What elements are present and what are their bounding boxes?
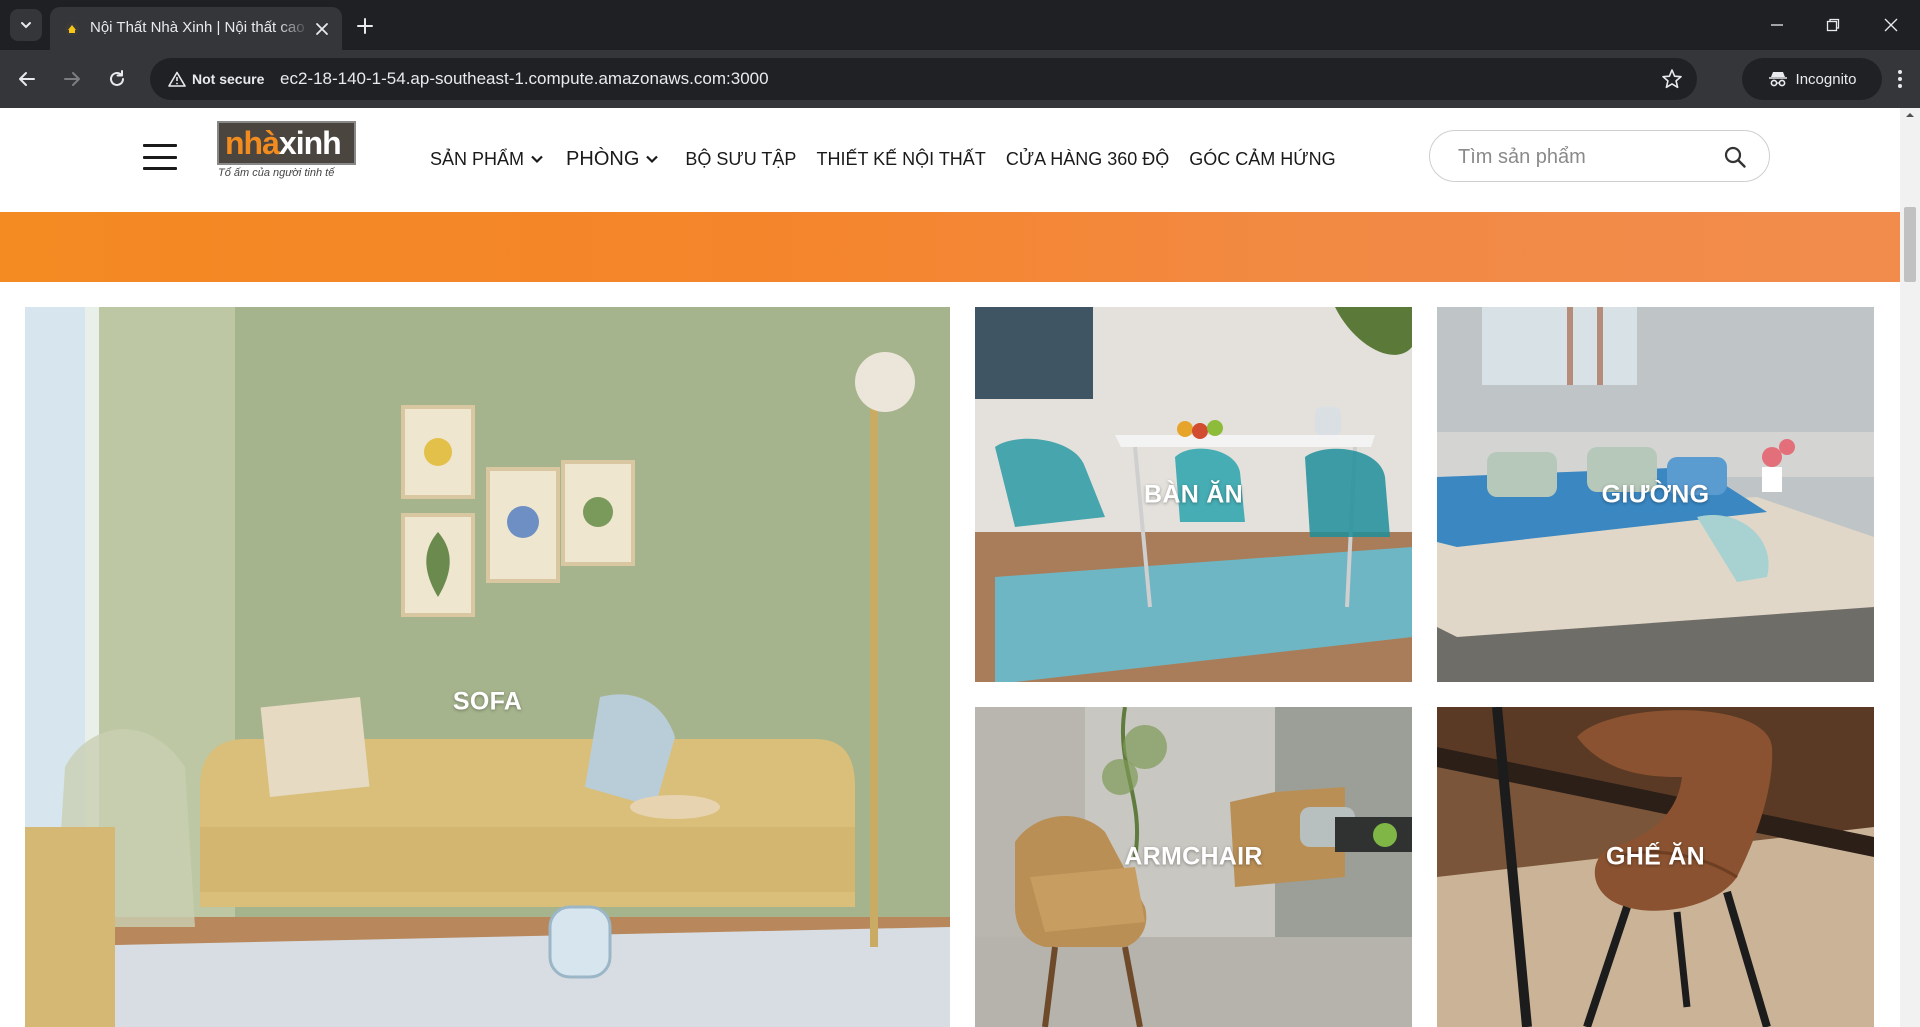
minimize-button[interactable]	[1760, 10, 1794, 40]
nav-item-bo-suu-tap[interactable]: BỘ SƯU TẬP	[685, 149, 796, 170]
close-window-icon	[1884, 18, 1898, 32]
tab-title: Nội Thất Nhà Xinh | Nội thất cao cấp	[90, 19, 310, 36]
search-icon[interactable]	[1723, 145, 1747, 169]
bookmark-star-icon[interactable]	[1661, 68, 1683, 90]
logo-box: nhàxinh	[217, 121, 356, 165]
browser-tab-strip: Nội Thất Nhà Xinh | Nội thất cao cấp	[0, 0, 1920, 50]
category-card-ghe-an[interactable]: GHẾ ĂN	[1437, 707, 1874, 1027]
search-box	[1429, 130, 1770, 182]
search-input[interactable]	[1458, 143, 1718, 171]
warning-icon	[168, 71, 186, 87]
nav-item-goc-cam-hung[interactable]: GÓC CẢM HỨNG	[1189, 149, 1335, 170]
new-tab-icon[interactable]	[352, 13, 378, 39]
restore-icon	[1826, 18, 1840, 32]
address-bar[interactable]: Not secure ec2-18-140-1-54.ap-southeast-…	[150, 58, 1697, 100]
sofa-room-image	[25, 307, 950, 1027]
chevron-down-icon	[21, 22, 31, 29]
site-logo[interactable]: nhàxinh Tổ ấm của người tinh tế	[217, 121, 357, 183]
category-label: BÀN ĂN	[1143, 480, 1244, 508]
hamburger-menu-icon[interactable]	[143, 144, 177, 170]
nav-item-phong[interactable]: PHÒNG	[566, 148, 659, 171]
nav-label: PHÒNG	[566, 147, 640, 170]
category-label: GHẾ ĂN	[1605, 842, 1706, 871]
nav-item-thiet-ke-noi-that[interactable]: THIẾT KẾ NỘI THẤT	[816, 149, 985, 170]
tab-search-button[interactable]	[10, 9, 42, 41]
more-menu-icon	[1898, 70, 1902, 88]
browser-toolbar: Not secure ec2-18-140-1-54.ap-southeast-…	[0, 50, 1920, 108]
chevron-down-icon	[531, 155, 543, 164]
category-card-armchair[interactable]: ARMCHAIR	[975, 707, 1412, 1027]
nav-label: GÓC CẢM HỨNG	[1189, 148, 1336, 169]
nav-label: BỘ SƯU TẬP	[685, 148, 797, 169]
category-card-ban-an[interactable]: BÀN ĂN	[975, 307, 1412, 682]
category-card-giuong[interactable]: GIƯỜNG	[1437, 307, 1874, 682]
security-indicator[interactable]: Not secure	[160, 65, 274, 93]
site-header: nhàxinh Tổ ấm của người tinh tế SẢN PHẨM…	[0, 108, 1900, 211]
logo-tagline: Tổ ấm của người tinh tế	[218, 167, 335, 179]
more-menu-button[interactable]	[1888, 64, 1912, 94]
forward-button[interactable]	[57, 64, 87, 94]
main-navigation: SẢN PHẨM PHÒNG BỘ SƯU TẬP THIẾT KẾ NỘI T…	[430, 144, 1336, 174]
category-label: ARMCHAIR	[1124, 842, 1263, 871]
logo-wordmark: nhàxinh	[225, 125, 342, 161]
back-icon	[19, 72, 35, 86]
forward-icon	[64, 72, 80, 86]
page-viewport: nhàxinh Tổ ấm của người tinh tế SẢN PHẨM…	[0, 108, 1920, 1027]
security-label: Not secure	[192, 71, 265, 87]
favicon-icon	[65, 22, 79, 36]
category-label: SOFA	[452, 687, 523, 716]
nav-item-cua-hang-360[interactable]: CỬA HÀNG 360 ĐỘ	[1006, 149, 1169, 170]
browser-tab-active[interactable]: Nội Thất Nhà Xinh | Nội thất cao cấp	[50, 7, 342, 50]
url-text[interactable]: ec2-18-140-1-54.ap-southeast-1.compute.a…	[280, 69, 769, 89]
close-tab-icon[interactable]	[312, 19, 332, 39]
reload-icon	[110, 70, 124, 86]
page-scrollbar[interactable]	[1900, 108, 1920, 1027]
restore-button[interactable]	[1816, 10, 1850, 40]
reload-button[interactable]	[102, 64, 132, 94]
category-label: GIƯỜNG	[1601, 480, 1710, 508]
back-button[interactable]	[12, 64, 42, 94]
incognito-profile-button[interactable]: Incognito	[1742, 58, 1882, 100]
minimize-icon	[1771, 24, 1783, 26]
scroll-up-arrow-icon[interactable]	[1905, 110, 1915, 120]
close-window-button[interactable]	[1874, 10, 1908, 40]
scrollbar-thumb[interactable]	[1904, 207, 1916, 282]
category-card-sofa[interactable]: SOFA	[25, 307, 950, 1027]
chevron-down-icon	[646, 155, 659, 164]
nav-item-san-pham[interactable]: SẢN PHẨM	[430, 149, 544, 170]
nav-label: THIẾT KẾ NỘI THẤT	[816, 148, 986, 169]
profile-label: Incognito	[1795, 70, 1857, 88]
incognito-icon	[1768, 72, 1787, 87]
nav-label: SẢN PHẨM	[430, 148, 525, 169]
nav-label: CỬA HÀNG 360 ĐỘ	[1005, 148, 1170, 169]
promo-banner[interactable]	[0, 212, 1900, 282]
